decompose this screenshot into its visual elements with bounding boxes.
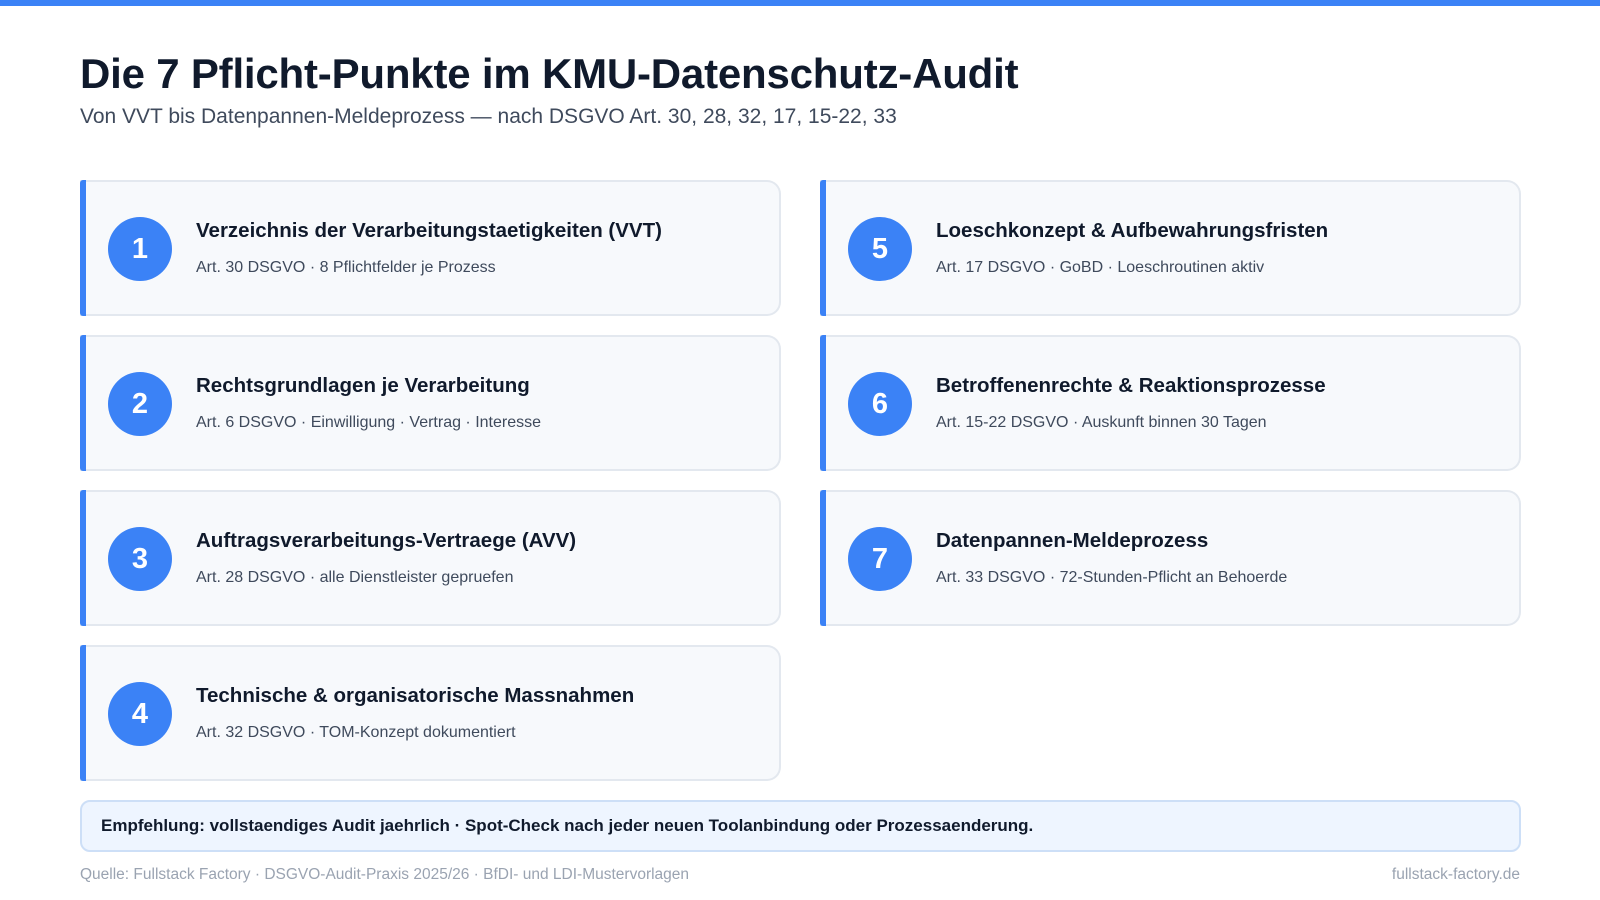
audit-item-card-7: 7 Datenpannen-Meldeprozess Art. 33 DSGVO… (820, 490, 1521, 626)
item-number-badge: 7 (848, 527, 912, 591)
card-accent-bar (820, 180, 826, 316)
card-accent-bar (820, 335, 826, 471)
item-details: Art. 17 DSGVO · GoBD · Loeschroutinen ak… (936, 259, 1265, 276)
audit-item-card-3: 3 Auftragsverarbeitungs-Vertraege (AVV) … (80, 490, 781, 626)
item-number-badge: 1 (108, 217, 172, 281)
card-accent-bar (80, 645, 86, 781)
item-title: Rechtsgrundlagen je Verarbeitung (196, 374, 530, 397)
item-title: Betroffenenrechte & Reaktionsprozesse (936, 374, 1326, 397)
item-number-badge: 6 (848, 372, 912, 436)
top-accent-bar (0, 0, 1600, 6)
recommendation-banner: Empfehlung: vollstaendiges Audit jaehrli… (80, 800, 1521, 852)
card-accent-bar (80, 335, 86, 471)
item-number-badge: 2 (108, 372, 172, 436)
audit-item-card-5: 5 Loeschkonzept & Aufbewahrungsfristen A… (820, 180, 1521, 316)
card-accent-bar (820, 490, 826, 626)
item-details: Art. 28 DSGVO · alle Dienstleister gepru… (196, 569, 514, 586)
card-accent-bar (80, 180, 86, 316)
page-title: Die 7 Pflicht-Punkte im KMU-Datenschutz-… (80, 50, 1019, 97)
recommendation-text: Empfehlung: vollstaendiges Audit jaehrli… (101, 816, 1034, 835)
item-number-badge: 3 (108, 527, 172, 591)
item-title: Loeschkonzept & Aufbewahrungsfristen (936, 219, 1329, 242)
card-accent-bar (80, 490, 86, 626)
item-details: Art. 15-22 DSGVO · Auskunft binnen 30 Ta… (936, 414, 1267, 431)
item-title: Verzeichnis der Verarbeitungstaetigkeite… (196, 219, 662, 242)
item-title: Datenpannen-Meldeprozess (936, 529, 1209, 552)
item-title: Technische & organisatorische Massnahmen (196, 684, 635, 707)
audit-item-card-1: 1 Verzeichnis der Verarbeitungstaetigkei… (80, 180, 781, 316)
item-details: Art. 6 DSGVO · Einwilligung · Vertrag · … (196, 414, 542, 431)
item-details: Art. 33 DSGVO · 72-Stunden-Pflicht an Be… (936, 569, 1288, 586)
footer-website: fullstack-factory.de (1391, 866, 1520, 883)
item-details: Art. 32 DSGVO · TOM-Konzept dokumentiert (196, 724, 516, 741)
page-subtitle: Von VVT bis Datenpannen-Meldeprozess — n… (80, 105, 897, 128)
item-title: Auftragsverarbeitungs-Vertraege (AVV) (196, 529, 577, 552)
item-number-badge: 4 (108, 682, 172, 746)
audit-item-card-4: 4 Technische & organisatorische Massnahm… (80, 645, 781, 781)
footer-source: Quelle: Fullstack Factory · DSGVO-Audit-… (80, 866, 690, 883)
audit-item-card-6: 6 Betroffenenrechte & Reaktionsprozesse … (820, 335, 1521, 471)
item-number-badge: 5 (848, 217, 912, 281)
audit-item-card-2: 2 Rechtsgrundlagen je Verarbeitung Art. … (80, 335, 781, 471)
item-details: Art. 30 DSGVO · 8 Pflichtfelder je Proze… (196, 259, 496, 276)
